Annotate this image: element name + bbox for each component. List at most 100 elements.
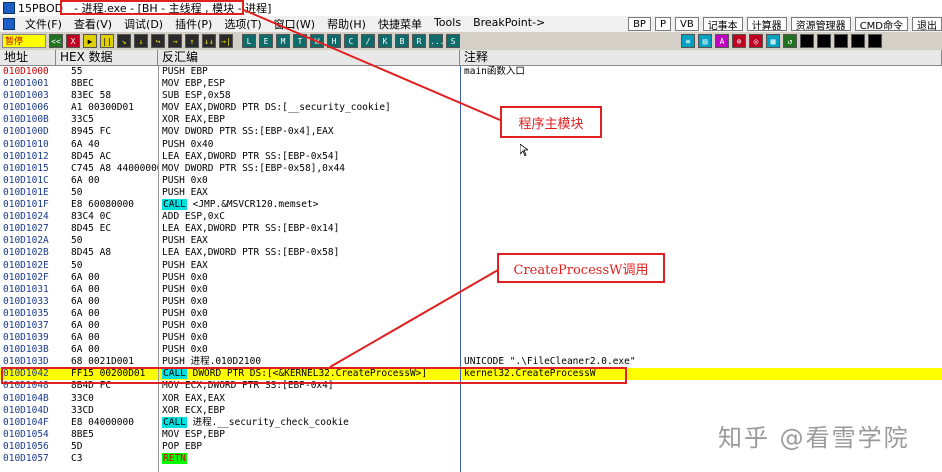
window-button[interactable]: W (310, 34, 324, 48)
table-row[interactable]: 010D1035 6A 00 PUSH 0x0 (0, 308, 942, 320)
window-button[interactable]: L (242, 34, 256, 48)
quick-button[interactable]: 退出 (912, 17, 942, 32)
debug-button[interactable]: ↘ (117, 34, 131, 48)
row-hex: 6A 00 (71, 319, 100, 331)
window-button[interactable]: E (259, 34, 273, 48)
table-row[interactable]: 010D1037 6A 00 PUSH 0x0 (0, 320, 942, 332)
menu-item[interactable]: 插件(P) (169, 16, 218, 32)
header-address[interactable]: 地址 (0, 50, 56, 65)
window-button[interactable]: B (395, 34, 409, 48)
table-row[interactable]: 010D102A 50 PUSH EAX (0, 235, 942, 247)
row-hex: A1 00300D01 (71, 102, 134, 114)
row-hex: E8 04000000 (71, 416, 134, 428)
debug-button[interactable]: → (168, 34, 182, 48)
table-row[interactable]: 010D103B 6A 00 PUSH 0x0 (0, 344, 942, 356)
table-row[interactable]: 010D102B 8D45 A8 LEA EAX,DWORD PTR SS:[EBP… (0, 247, 942, 259)
row-disasm: POP EBP (162, 441, 458, 453)
menu-item[interactable]: 选项(T) (218, 16, 267, 32)
quick-button[interactable]: CMD命令 (854, 17, 908, 32)
table-row[interactable]: 010D104B 33C0 XOR EAX,EAX (0, 393, 942, 405)
window-button[interactable]: ... (429, 34, 444, 48)
table-row[interactable]: 010D1024 83C4 0C ADD ESP,0xC (0, 211, 942, 223)
app-menu-icon[interactable] (3, 18, 15, 30)
table-row[interactable]: 010D100B 33C5 XOR EAX,EBP (0, 114, 942, 126)
window-button[interactable]: T (293, 34, 307, 48)
table-row[interactable]: 010D1001 8BEC MOV EBP,ESP (0, 78, 942, 90)
debug-button[interactable]: || (100, 34, 114, 48)
table-row[interactable]: 010D1027 8D45 EC LEA EAX,DWORD PTR SS:[EBP… (0, 223, 942, 235)
table-row[interactable]: 010D1039 6A 00 PUSH 0x0 (0, 332, 942, 344)
table-row[interactable]: 010D101E 50 PUSH EAX (0, 187, 942, 199)
table-row[interactable]: 010D1057 C3 RETN (0, 453, 942, 465)
menu-item[interactable]: 帮助(H) (321, 16, 372, 32)
quick-button[interactable]: 资源管理器 (790, 17, 851, 32)
instruction-operands: MOV EAX,DWORD PTR DS:[__security_cookie] (162, 102, 391, 114)
debug-button[interactable]: << (49, 34, 63, 48)
table-row[interactable]: 010D1003 83EC 58 SUB ESP,0x58 (0, 90, 942, 102)
row-address: 010D1039 (3, 332, 49, 344)
quick-button[interactable]: 计算器 (746, 17, 787, 32)
table-row[interactable]: 010D1006 A1 00300D01 MOV EAX,DWORD PTR DS:… (0, 102, 942, 114)
toolbar-icon[interactable]: ▤ (698, 34, 712, 48)
row-hex: 5D (71, 440, 83, 452)
row-disasm: SUB ESP,0x58 (162, 90, 458, 102)
header-disasm[interactable]: 反汇编 (158, 50, 460, 65)
table-row[interactable]: 010D102E 50 PUSH EAX (0, 260, 942, 272)
cpu-disassembly-pane[interactable]: 地址 HEX 数据 反汇编 注释 010D1000 55 PUSH EBP main函… (0, 50, 942, 472)
table-row[interactable]: 010D104D 33CD XOR ECX,EBP (0, 405, 942, 417)
column-header: 地址 HEX 数据 反汇编 注释 (0, 50, 942, 66)
instruction-operands: PUSH 0x0 (162, 332, 208, 344)
table-row[interactable]: 010D1015 C745 A8 44000000 MOV DWORD PTR SS… (0, 163, 942, 175)
toolbar-icon[interactable]: A (715, 34, 729, 48)
menu-item[interactable]: Tools (428, 16, 467, 32)
menu-item[interactable]: 调试(D) (118, 16, 169, 32)
window-button[interactable]: S (446, 34, 460, 48)
debug-button[interactable]: ↓↓ (202, 34, 216, 48)
debug-button[interactable]: →| (219, 34, 233, 48)
window-button[interactable]: M (276, 34, 290, 48)
toolbar-icon[interactable]: ▦ (766, 34, 780, 48)
window-button[interactable]: R (412, 34, 426, 48)
table-row[interactable]: 010D1031 6A 00 PUSH 0x0 (0, 284, 942, 296)
table-row[interactable]: 010D101F E8 60080000 CALL <JMP.&MSVCR120.m… (0, 199, 942, 211)
debug-button[interactable]: ↓ (134, 34, 148, 48)
instruction-operands: XOR EAX,EAX (162, 392, 225, 404)
menu-item[interactable]: 查看(V) (68, 16, 118, 32)
table-row[interactable]: 010D1010 6A 40 PUSH 0x40 (0, 139, 942, 151)
table-row[interactable]: 010D1033 6A 00 PUSH 0x0 (0, 296, 942, 308)
row-disasm: MOV DWORD PTR SS:[EBP-0x4],EAX (162, 126, 458, 138)
row-hex: C745 A8 44000000 (71, 162, 159, 174)
quick-button[interactable]: P (654, 17, 671, 31)
debug-button[interactable]: X (66, 34, 80, 48)
table-row[interactable]: 010D100D 8945 FC MOV DWORD PTR SS:[EBP-0x4… (0, 126, 942, 138)
menu-item[interactable]: 快捷菜单 (372, 16, 428, 32)
window-button[interactable]: H (327, 34, 341, 48)
quick-button[interactable]: BP (628, 17, 651, 31)
table-row[interactable]: 010D1000 55 PUSH EBP main函数入口 (0, 66, 942, 78)
window-button[interactable]: K (378, 34, 392, 48)
row-disasm: ADD ESP,0xC (162, 211, 458, 223)
menu-item[interactable]: 文件(F) (19, 16, 68, 32)
debug-button[interactable]: ↪ (151, 34, 165, 48)
menu-item[interactable]: BreakPoint-> (467, 16, 551, 32)
instruction-operands: MOV ESP,EBP (162, 428, 225, 440)
header-comment[interactable]: 注释 (460, 50, 942, 65)
debug-button[interactable]: ▶ (83, 34, 97, 48)
row-hex: 6A 00 (71, 332, 100, 344)
toolbar-icon[interactable]: ⊕ (732, 34, 746, 48)
table-row[interactable]: 010D102F 6A 00 PUSH 0x0 (0, 272, 942, 284)
row-hex: 8945 FC (71, 126, 112, 138)
menu-item[interactable]: 窗口(W) (268, 16, 321, 32)
debug-button[interactable]: ↑ (185, 34, 199, 48)
table-row[interactable]: 010D101C 6A 00 PUSH 0x0 (0, 175, 942, 187)
toolbar-icon[interactable]: ◎ (749, 34, 763, 48)
quick-button[interactable]: 记事本 (702, 17, 743, 32)
quick-button[interactable]: VB (674, 17, 699, 31)
toolbar-blank-icon (868, 34, 882, 48)
table-row[interactable]: 010D1012 8D45 AC LEA EAX,DWORD PTR SS:[EBP… (0, 151, 942, 163)
toolbar-icon[interactable]: ≡ (681, 34, 695, 48)
window-button[interactable]: / (361, 34, 375, 48)
toolbar-icon[interactable]: ↺ (783, 34, 797, 48)
window-button[interactable]: C (344, 34, 358, 48)
header-hex[interactable]: HEX 数据 (56, 50, 158, 65)
